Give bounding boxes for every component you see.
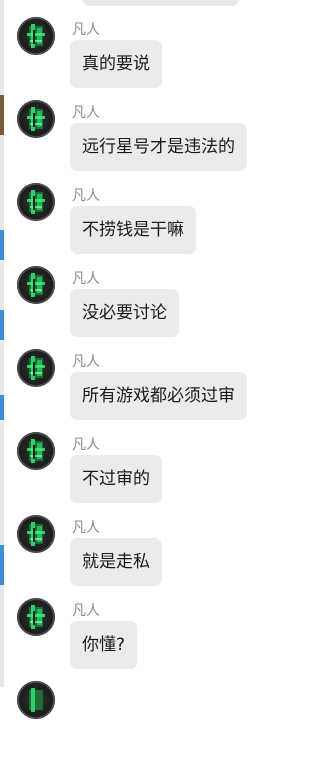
sender-name: 凡人: [72, 105, 100, 121]
message-row: 凡人 你懂?: [0, 598, 308, 678]
avatar[interactable]: [17, 266, 55, 304]
message-row: 凡人 远行星号才是违法的: [0, 100, 308, 180]
message-row: 凡人 真的要说: [0, 17, 308, 97]
avatar[interactable]: [17, 598, 55, 636]
message-row: 凡人 就是走私: [0, 515, 308, 595]
previous-message-bubble-edge: [82, 0, 240, 6]
green-glitch-figure-icon: [27, 190, 45, 214]
avatar[interactable]: [17, 432, 55, 470]
message-row-partial: [0, 681, 308, 761]
green-glitch-figure-icon: [27, 522, 45, 546]
avatar[interactable]: [17, 349, 55, 387]
sender-name: 凡人: [72, 603, 100, 619]
message-bubble[interactable]: 不捞钱是干嘛: [70, 206, 196, 254]
message-row: 凡人 不过审的: [0, 432, 308, 512]
message-bubble[interactable]: 没必要讨论: [70, 289, 179, 337]
message-bubble[interactable]: 真的要说: [70, 40, 162, 88]
message-bubble[interactable]: 远行星号才是违法的: [70, 123, 247, 171]
sender-name: 凡人: [72, 271, 100, 287]
avatar[interactable]: [17, 17, 55, 55]
message-row: 凡人 所有游戏都必须过审: [0, 349, 308, 429]
sender-name: 凡人: [72, 520, 100, 536]
message-bubble[interactable]: 所有游戏都必须过审: [70, 372, 247, 420]
green-glitch-figure-icon: [27, 356, 45, 380]
sender-name: 凡人: [72, 188, 100, 204]
message-bubble[interactable]: 不过审的: [70, 455, 162, 503]
sender-name: 凡人: [72, 354, 100, 370]
message-row: 凡人 不捞钱是干嘛: [0, 183, 308, 263]
sender-name: 凡人: [72, 437, 100, 453]
avatar[interactable]: [17, 515, 55, 553]
green-glitch-figure-icon: [27, 605, 45, 629]
message-bubble[interactable]: 就是走私: [70, 538, 162, 586]
sender-name: 凡人: [72, 22, 100, 38]
green-glitch-figure-icon: [27, 24, 45, 48]
green-glitch-figure-icon: [27, 439, 45, 463]
green-glitch-figure-icon: [27, 107, 45, 131]
green-glitch-figure-icon: [27, 273, 45, 297]
avatar[interactable]: [17, 100, 55, 138]
message-row: 凡人 没必要讨论: [0, 266, 308, 346]
message-bubble[interactable]: 你懂?: [70, 621, 138, 669]
avatar[interactable]: [17, 183, 55, 221]
